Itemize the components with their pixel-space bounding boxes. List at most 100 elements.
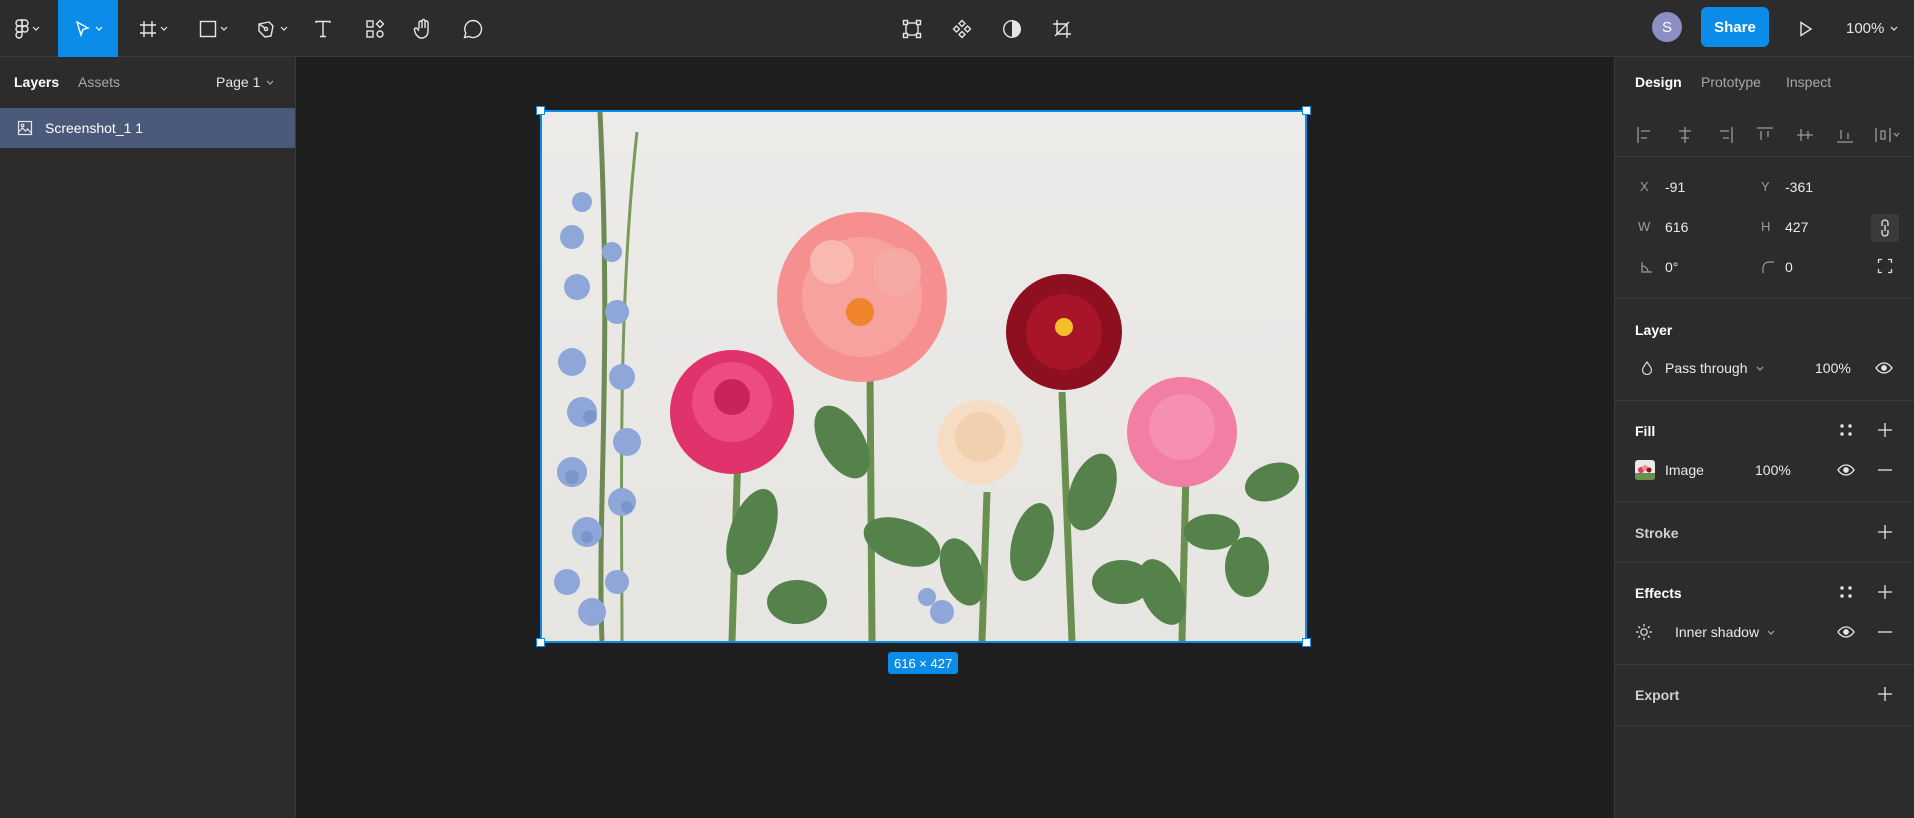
image-icon — [17, 120, 33, 136]
styles-grid-icon[interactable] — [1838, 584, 1854, 600]
chevron-down-icon — [32, 26, 39, 31]
hand-tool-button[interactable] — [410, 0, 436, 57]
create-component-button[interactable] — [950, 0, 974, 57]
plus-icon[interactable] — [1877, 584, 1893, 600]
align-bottom-icon[interactable] — [1835, 125, 1855, 145]
align-vertical-center-icon[interactable] — [1795, 125, 1815, 145]
divider — [1615, 725, 1914, 726]
comment-bubble-icon — [463, 19, 483, 38]
text-t-icon — [315, 20, 331, 37]
properties-panel: Design Prototype Inspect X -91 Y -361 W … — [1614, 57, 1914, 818]
width-input[interactable]: 616 — [1665, 219, 1688, 235]
cursor-arrow-icon — [75, 20, 90, 37]
link-icon — [1881, 219, 1889, 237]
minus-icon[interactable] — [1877, 462, 1893, 478]
align-horizontal-center-icon[interactable] — [1675, 125, 1695, 145]
resources-button[interactable] — [362, 0, 388, 57]
selected-image-layer[interactable] — [540, 110, 1307, 643]
align-top-icon[interactable] — [1755, 125, 1775, 145]
constrain-proportions-button[interactable] — [1871, 214, 1899, 242]
effect-type-label: Inner shadow — [1675, 624, 1760, 640]
tab-inspect[interactable]: Inspect — [1786, 74, 1831, 90]
zoom-dropdown[interactable]: 100% — [1846, 0, 1898, 57]
edit-object-button[interactable] — [900, 0, 924, 57]
blend-mode-dropdown[interactable]: Pass through — [1665, 360, 1764, 376]
resize-handle-bottom-left[interactable] — [536, 638, 545, 647]
present-button[interactable] — [1795, 0, 1817, 57]
tab-layers[interactable]: Layers — [14, 74, 59, 90]
user-avatar[interactable]: S — [1652, 12, 1682, 42]
distribute-icon[interactable] — [1873, 125, 1901, 145]
divider — [1615, 501, 1914, 502]
fill-image-thumbnail[interactable] — [1635, 460, 1655, 480]
top-toolbar: S Share 100% — [0, 0, 1914, 57]
eye-icon[interactable] — [1837, 464, 1855, 476]
rotation-input[interactable]: 0° — [1665, 259, 1678, 275]
fill-type-label[interactable]: Image — [1665, 462, 1704, 478]
plus-icon[interactable] — [1877, 524, 1893, 540]
corner-radius-input[interactable]: 0 — [1785, 259, 1793, 275]
divider — [1615, 562, 1914, 563]
fill-section-title: Fill — [1635, 423, 1656, 439]
shape-tool-button[interactable] — [192, 0, 234, 57]
move-tool-button[interactable] — [58, 0, 118, 57]
zoom-label: 100% — [1846, 20, 1885, 37]
page-selector[interactable]: Page 1 — [216, 74, 274, 90]
layer-opacity-input[interactable]: 100% — [1815, 360, 1851, 376]
transform-bounds-icon — [902, 19, 922, 38]
play-icon — [1800, 20, 1813, 37]
height-input[interactable]: 427 — [1785, 219, 1808, 235]
x-input[interactable]: -91 — [1665, 179, 1685, 195]
tab-design[interactable]: Design — [1635, 74, 1682, 90]
comment-tool-button[interactable] — [460, 0, 486, 57]
eye-icon[interactable] — [1875, 362, 1893, 374]
main-menu-button[interactable] — [6, 0, 48, 57]
chevron-down-icon — [280, 26, 287, 31]
tab-assets[interactable]: Assets — [78, 74, 120, 90]
corner-radius-icon — [1762, 261, 1774, 273]
hand-icon — [413, 18, 429, 39]
effect-sun-icon[interactable] — [1635, 623, 1653, 641]
chevron-down-icon — [1756, 366, 1763, 371]
divider — [1615, 400, 1914, 401]
chevron-down-icon — [95, 26, 102, 31]
resize-handle-bottom-right[interactable] — [1302, 638, 1311, 647]
styles-grid-icon[interactable] — [1838, 422, 1854, 438]
eye-icon[interactable] — [1837, 626, 1855, 638]
chevron-down-icon — [160, 26, 167, 31]
align-right-icon[interactable] — [1715, 125, 1735, 145]
layer-section-title: Layer — [1635, 322, 1673, 338]
crop-button[interactable] — [1050, 0, 1074, 57]
flowers-image — [554, 112, 1300, 641]
components-resources-icon — [366, 19, 385, 38]
minus-icon[interactable] — [1877, 624, 1893, 640]
effects-section-title: Effects — [1635, 585, 1682, 601]
pen-tool-button[interactable] — [250, 0, 294, 57]
flowers-thumbnail-image — [1635, 465, 1655, 480]
plus-icon[interactable] — [1877, 422, 1893, 438]
resize-handle-top-left[interactable] — [536, 106, 545, 115]
frame-tool-button[interactable] — [132, 0, 174, 57]
text-tool-button[interactable] — [310, 0, 336, 57]
page-label: Page 1 — [216, 74, 261, 90]
mask-button[interactable] — [1000, 0, 1024, 57]
canvas[interactable]: 616 × 427 — [297, 57, 1614, 818]
x-label: X — [1640, 179, 1649, 194]
divider — [1615, 298, 1914, 299]
crop-icon — [1053, 19, 1071, 38]
resize-handle-top-right[interactable] — [1302, 106, 1311, 115]
independent-corners-icon[interactable] — [1877, 258, 1893, 274]
divider — [1615, 664, 1914, 665]
stroke-section-title: Stroke — [1635, 525, 1679, 541]
alignment-toolbar — [1615, 115, 1914, 155]
layer-item-screenshot[interactable]: Screenshot_1 1 — [0, 108, 295, 148]
tab-prototype[interactable]: Prototype — [1701, 74, 1761, 90]
share-button[interactable]: Share — [1701, 7, 1769, 47]
align-left-icon[interactable] — [1635, 125, 1655, 145]
fill-opacity-input[interactable]: 100% — [1755, 462, 1791, 478]
plus-icon[interactable] — [1877, 686, 1893, 702]
y-input[interactable]: -361 — [1785, 179, 1813, 195]
selection-size-badge: 616 × 427 — [888, 652, 959, 674]
effect-type-dropdown[interactable]: Inner shadow — [1675, 624, 1775, 640]
mask-contrast-icon — [1002, 19, 1022, 38]
